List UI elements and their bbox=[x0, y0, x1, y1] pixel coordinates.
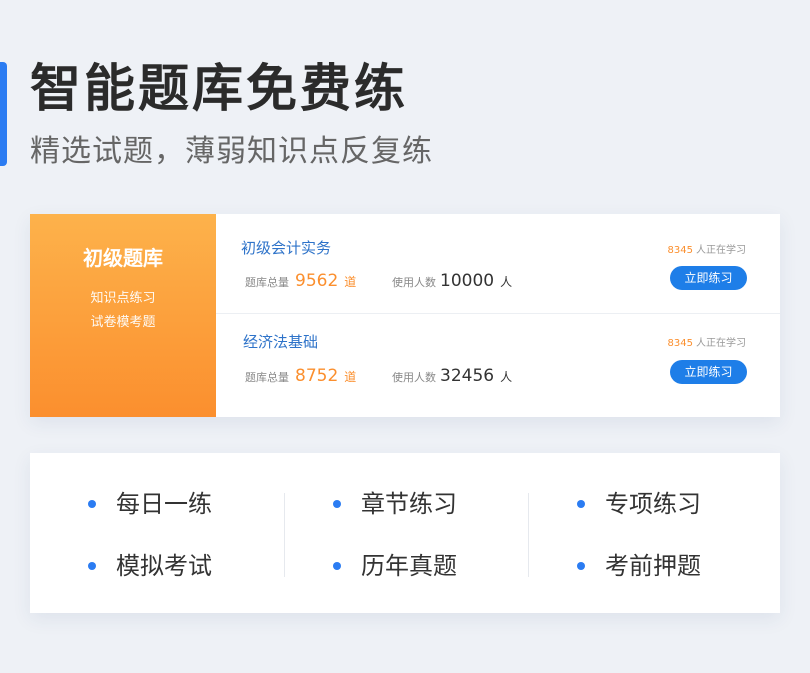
mode-label: 每日一练 bbox=[116, 490, 212, 518]
user-count-unit: 人 bbox=[500, 370, 513, 384]
user-count-unit: 人 bbox=[500, 275, 513, 289]
question-total-stat: 题库总量 9562 道 bbox=[245, 270, 356, 294]
bullet-dot-icon bbox=[577, 500, 585, 508]
header-accent-bar bbox=[0, 62, 7, 166]
course-name[interactable]: 初级会计实务 bbox=[241, 237, 331, 259]
course-row-economic-law: 经济法基础 题库总量 8752 道 使用人数 32456 人 8345 人正在学习 立即练… bbox=[216, 314, 780, 417]
learning-count: 8345 bbox=[667, 245, 693, 256]
mode-label: 历年真题 bbox=[361, 552, 457, 580]
learning-now-text: 8345 人正在学习 bbox=[668, 336, 746, 352]
question-total-stat: 题库总量 8752 道 bbox=[245, 365, 356, 389]
page: 智能题库免费练 精选试题，薄弱知识点反复练 初级题库 知识点练习 试卷模考题 初… bbox=[0, 0, 810, 673]
mode-label: 专项练习 bbox=[605, 490, 701, 518]
bank-side-feature-1: 知识点练习 bbox=[90, 291, 156, 306]
question-bank-card: 初级题库 知识点练习 试卷模考题 初级会计实务 题库总量 9562 道 使用人数 10… bbox=[30, 214, 780, 417]
user-count-value: 10000 bbox=[440, 271, 495, 291]
bullet-dot-icon bbox=[333, 562, 341, 570]
practice-now-button[interactable]: 立即练习 bbox=[670, 360, 747, 384]
user-count-stat: 使用人数 10000 人 bbox=[392, 270, 512, 294]
user-count-label: 使用人数 bbox=[392, 276, 436, 289]
bank-side-panel[interactable]: 初级题库 知识点练习 试卷模考题 bbox=[30, 214, 216, 417]
learning-label: 人正在学习 bbox=[696, 338, 746, 349]
learning-label: 人正在学习 bbox=[696, 245, 746, 256]
bank-side-title: 初级题库 bbox=[83, 246, 163, 270]
user-count-label: 使用人数 bbox=[392, 371, 436, 384]
column-divider bbox=[284, 493, 285, 577]
mode-label: 考前押题 bbox=[605, 552, 701, 580]
question-total-label: 题库总量 bbox=[245, 276, 289, 289]
bullet-dot-icon bbox=[577, 562, 585, 570]
practice-modes-card: 每日一练 章节练习 专项练习 模拟考试 历年真题 考前押题 bbox=[30, 453, 780, 613]
page-title: 智能题库免费练 bbox=[30, 60, 409, 119]
bank-side-feature-2: 试卷模考题 bbox=[90, 315, 156, 330]
mode-label: 模拟考试 bbox=[116, 552, 212, 580]
question-total-unit: 道 bbox=[344, 370, 357, 384]
bullet-dot-icon bbox=[333, 500, 341, 508]
user-count-stat: 使用人数 32456 人 bbox=[392, 365, 512, 389]
learning-count: 8345 bbox=[667, 338, 693, 349]
course-name[interactable]: 经济法基础 bbox=[243, 331, 318, 353]
bullet-dot-icon bbox=[88, 562, 96, 570]
learning-now-text: 8345 人正在学习 bbox=[668, 243, 746, 259]
page-subtitle: 精选试题，薄弱知识点反复练 bbox=[30, 134, 433, 169]
question-total-value: 9562 bbox=[295, 271, 339, 291]
practice-now-button[interactable]: 立即练习 bbox=[670, 266, 747, 290]
question-total-label: 题库总量 bbox=[245, 371, 289, 384]
user-count-value: 32456 bbox=[440, 366, 495, 386]
column-divider bbox=[528, 493, 529, 577]
question-total-value: 8752 bbox=[295, 366, 339, 386]
bullet-dot-icon bbox=[88, 500, 96, 508]
mode-label: 章节练习 bbox=[361, 490, 457, 518]
course-row-accounting: 初级会计实务 题库总量 9562 道 使用人数 10000 人 8345 人正在学习 立即… bbox=[216, 214, 780, 314]
question-total-unit: 道 bbox=[344, 275, 357, 289]
